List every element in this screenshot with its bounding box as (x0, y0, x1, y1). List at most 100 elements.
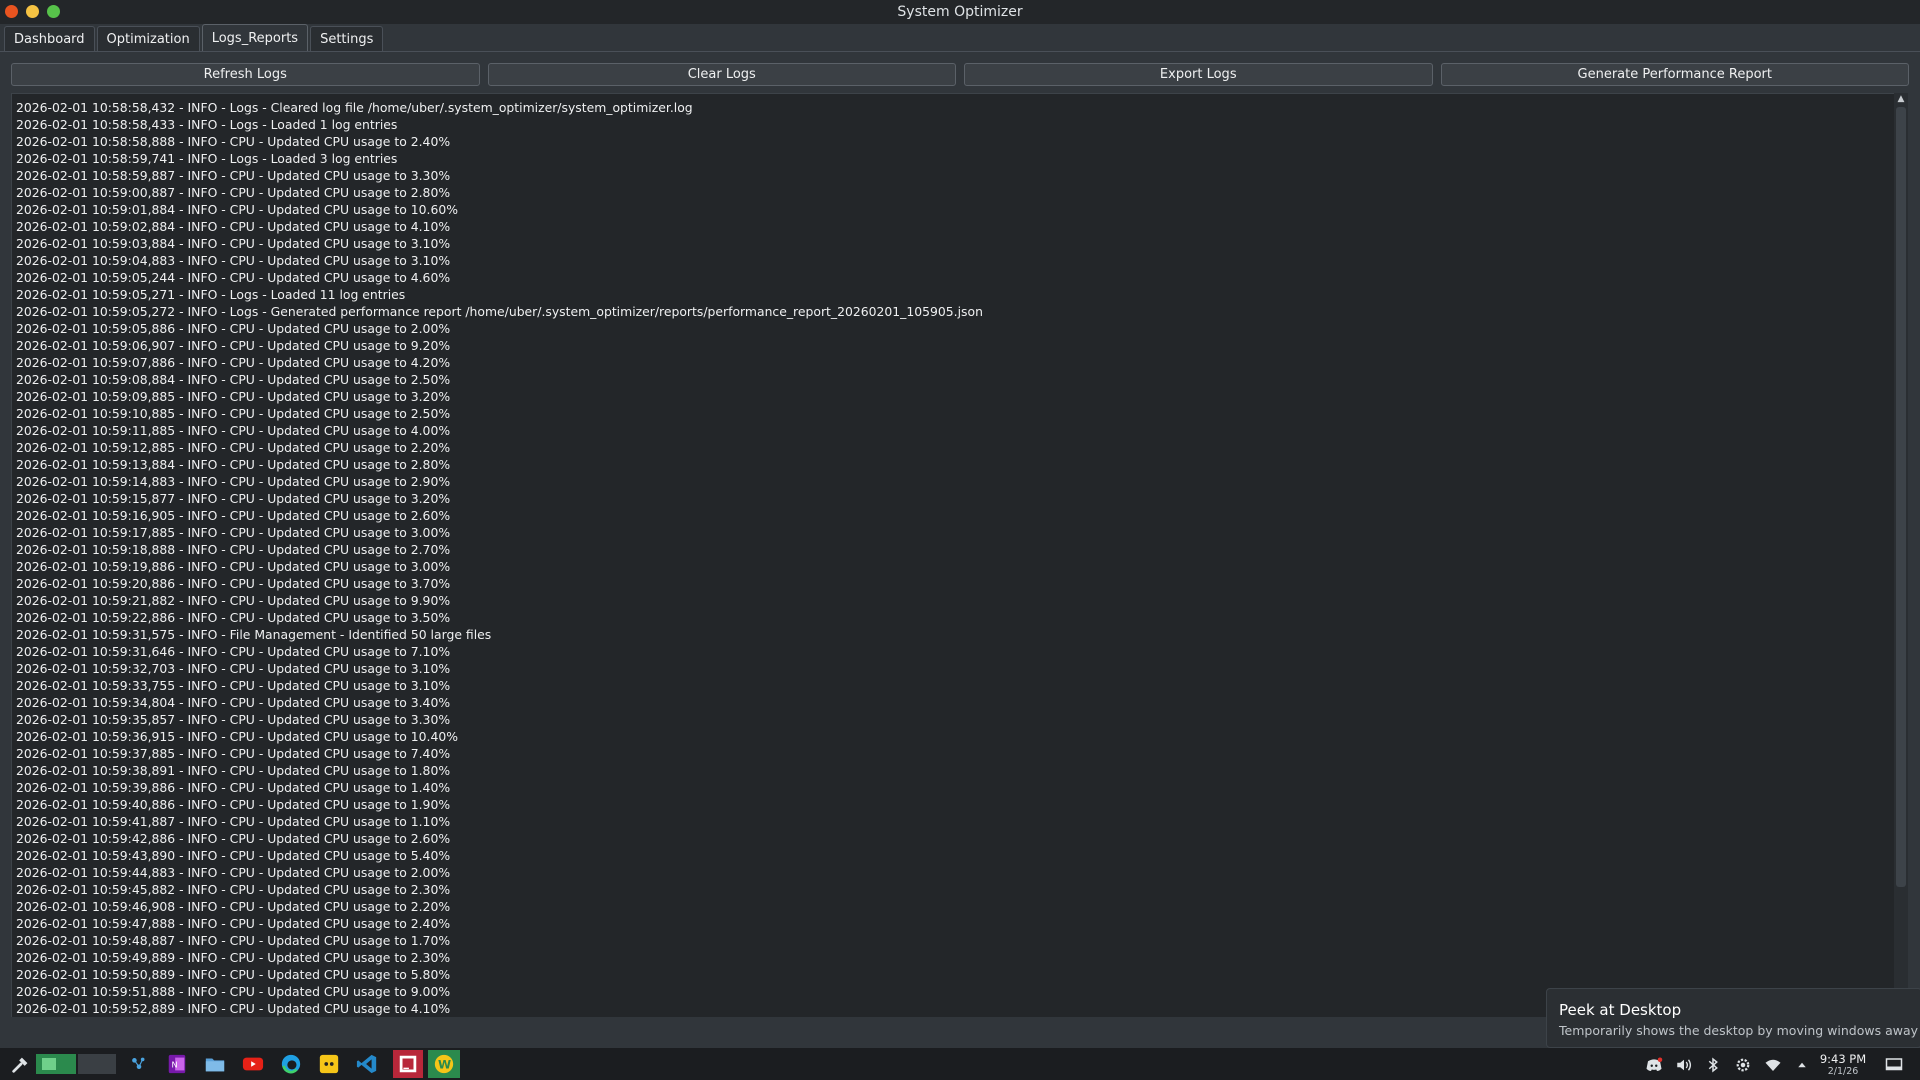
log-line: 2026-02-01 10:59:03,884 - INFO - CPU - U… (16, 236, 451, 251)
log-line: 2026-02-01 10:59:14,883 - INFO - CPU - U… (16, 474, 451, 489)
log-line: 2026-02-01 10:59:51,888 - INFO - CPU - U… (16, 984, 451, 999)
log-line: 2026-02-01 10:59:19,886 - INFO - CPU - U… (16, 559, 451, 574)
launcher-icon[interactable] (9, 1052, 33, 1076)
onenote-icon[interactable]: N (165, 1052, 189, 1076)
tab-dashboard[interactable]: Dashboard (4, 26, 95, 51)
wifi-icon[interactable] (1764, 1056, 1782, 1074)
log-line: 2026-02-01 10:59:37,885 - INFO - CPU - U… (16, 746, 451, 761)
close-window-button[interactable] (5, 5, 18, 18)
volume-icon[interactable] (1675, 1056, 1693, 1074)
logs-toolbar: Refresh Logs Clear Logs Export Logs Gene… (11, 63, 1909, 86)
log-line: 2026-02-01 10:59:09,885 - INFO - CPU - U… (16, 389, 451, 404)
edge-browser-icon[interactable] (279, 1052, 303, 1076)
tooltip-description: Temporarily shows the desktop by moving … (1559, 1023, 1919, 1038)
log-line: 2026-02-01 10:59:06,907 - INFO - CPU - U… (16, 338, 451, 353)
log-line: 2026-02-01 10:58:59,741 - INFO - Logs - … (16, 151, 398, 166)
log-line: 2026-02-01 10:58:58,433 - INFO - Logs - … (16, 117, 398, 132)
tab-logs-reports[interactable]: Logs_Reports (201, 24, 309, 51)
scroll-up-arrow-icon[interactable]: ▲ (1894, 93, 1908, 105)
clear-logs-button[interactable]: Clear Logs (487, 63, 956, 86)
jetbrains-icon[interactable] (393, 1050, 423, 1078)
minimize-window-button[interactable] (26, 5, 39, 18)
log-line: 2026-02-01 10:59:42,886 - INFO - CPU - U… (16, 831, 451, 846)
log-line: 2026-02-01 10:59:46,908 - INFO - CPU - U… (16, 899, 451, 914)
export-logs-button[interactable]: Export Logs (964, 63, 1433, 86)
log-line: 2026-02-01 10:59:33,755 - INFO - CPU - U… (16, 678, 451, 693)
log-line: 2026-02-01 10:59:50,889 - INFO - CPU - U… (16, 967, 451, 982)
tab-divider (0, 51, 1920, 52)
log-line: 2026-02-01 10:59:10,885 - INFO - CPU - U… (16, 406, 451, 421)
log-line: 2026-02-01 10:58:58,888 - INFO - CPU - U… (16, 134, 451, 149)
log-line: 2026-02-01 10:59:47,888 - INFO - CPU - U… (16, 916, 451, 931)
peek-desktop-icon[interactable] (1883, 1056, 1905, 1074)
log-line: 2026-02-01 10:59:05,272 - INFO - Logs - … (16, 304, 983, 319)
expand-tray-icon[interactable] (1793, 1056, 1811, 1074)
vscode-icon[interactable] (355, 1052, 379, 1076)
log-line: 2026-02-01 10:58:58,432 - INFO - Logs - … (16, 100, 693, 115)
scroll-thumb[interactable] (1896, 107, 1906, 887)
log-line: 2026-02-01 10:59:17,885 - INFO - CPU - U… (16, 525, 451, 540)
log-line: 2026-02-01 10:59:45,882 - INFO - CPU - U… (16, 882, 451, 897)
window-title: System Optimizer (897, 4, 1023, 20)
discord-icon[interactable] (1645, 1056, 1663, 1074)
taskbar: N W 9:43 PM 2/1/26 (0, 1048, 1920, 1080)
log-line: 2026-02-01 10:59:20,886 - INFO - CPU - U… (16, 576, 451, 591)
log-line: 2026-02-01 10:59:44,883 - INFO - CPU - U… (16, 865, 451, 880)
log-line: 2026-02-01 10:59:48,887 - INFO - CPU - U… (16, 933, 451, 948)
kde-connect-icon[interactable] (127, 1052, 151, 1076)
svg-text:W: W (438, 1058, 451, 1072)
clock-time: 9:43 PM (1819, 1052, 1867, 1066)
log-line: 2026-02-01 10:59:04,883 - INFO - CPU - U… (16, 253, 451, 268)
maximize-window-button[interactable] (47, 5, 60, 18)
log-line: 2026-02-01 10:58:59,887 - INFO - CPU - U… (16, 168, 451, 183)
log-viewer[interactable]: 2026-02-01 10:58:58,432 - INFO - Logs - … (11, 93, 1897, 1018)
system-clock[interactable]: 9:43 PM 2/1/26 (1816, 1052, 1870, 1078)
log-line: 2026-02-01 10:59:43,890 - INFO - CPU - U… (16, 848, 451, 863)
log-line: 2026-02-01 10:59:31,646 - INFO - CPU - U… (16, 644, 451, 659)
log-line: 2026-02-01 10:59:22,886 - INFO - CPU - U… (16, 610, 451, 625)
refresh-logs-button[interactable]: Refresh Logs (11, 63, 480, 86)
log-line: 2026-02-01 10:59:05,886 - INFO - CPU - U… (16, 321, 451, 336)
log-line: 2026-02-01 10:59:00,887 - INFO - CPU - U… (16, 185, 451, 200)
bluetooth-icon[interactable] (1704, 1056, 1722, 1074)
tab-bar: Dashboard Optimization Logs_Reports Sett… (4, 24, 384, 52)
log-line: 2026-02-01 10:59:05,271 - INFO - Logs - … (16, 287, 406, 302)
desktop-pager-2-icon[interactable] (78, 1052, 116, 1076)
log-line: 2026-02-01 10:59:07,886 - INFO - CPU - U… (16, 355, 451, 370)
tooltip-title: Peek at Desktop (1559, 1001, 1682, 1019)
log-scrollbar[interactable]: ▲ (1894, 93, 1908, 1016)
youtube-icon[interactable] (241, 1052, 265, 1076)
log-line: 2026-02-01 10:59:11,885 - INFO - CPU - U… (16, 423, 451, 438)
w-app-icon[interactable]: W (428, 1050, 460, 1078)
log-line: 2026-02-01 10:59:21,882 - INFO - CPU - U… (16, 593, 451, 608)
log-line: 2026-02-01 10:59:49,889 - INFO - CPU - U… (16, 950, 451, 965)
desktop-pager-icon[interactable] (36, 1052, 76, 1076)
svg-text:N: N (172, 1060, 178, 1070)
log-line: 2026-02-01 10:59:15,877 - INFO - CPU - U… (16, 491, 451, 506)
log-line: 2026-02-01 10:59:52,889 - INFO - CPU - U… (16, 1001, 451, 1016)
log-line: 2026-02-01 10:59:31,575 - INFO - File Ma… (16, 627, 492, 642)
file-manager-icon[interactable] (203, 1052, 227, 1076)
log-line: 2026-02-01 10:59:02,884 - INFO - CPU - U… (16, 219, 451, 234)
log-line: 2026-02-01 10:59:35,857 - INFO - CPU - U… (16, 712, 451, 727)
generate-report-button[interactable]: Generate Performance Report (1440, 63, 1909, 86)
plex-icon[interactable] (317, 1052, 341, 1076)
log-line: 2026-02-01 10:59:40,886 - INFO - CPU - U… (16, 797, 451, 812)
log-line: 2026-02-01 10:59:12,885 - INFO - CPU - U… (16, 440, 451, 455)
clock-date: 2/1/26 (1827, 1066, 1859, 1077)
log-line: 2026-02-01 10:59:38,891 - INFO - CPU - U… (16, 763, 451, 778)
log-line: 2026-02-01 10:59:18,888 - INFO - CPU - U… (16, 542, 451, 557)
log-line: 2026-02-01 10:59:08,884 - INFO - CPU - U… (16, 372, 451, 387)
settings-icon[interactable] (1734, 1056, 1752, 1074)
tab-optimization[interactable]: Optimization (96, 26, 200, 51)
peek-desktop-tooltip: Peek at Desktop Temporarily shows the de… (1546, 988, 1920, 1048)
tab-settings[interactable]: Settings (310, 26, 384, 51)
log-line: 2026-02-01 10:59:13,884 - INFO - CPU - U… (16, 457, 451, 472)
log-line: 2026-02-01 10:59:16,905 - INFO - CPU - U… (16, 508, 451, 523)
log-line: 2026-02-01 10:59:34,804 - INFO - CPU - U… (16, 695, 451, 710)
log-line: 2026-02-01 10:59:32,703 - INFO - CPU - U… (16, 661, 451, 676)
log-line: 2026-02-01 10:59:39,886 - INFO - CPU - U… (16, 780, 451, 795)
log-line: 2026-02-01 10:59:01,884 - INFO - CPU - U… (16, 202, 458, 217)
log-line: 2026-02-01 10:59:36,915 - INFO - CPU - U… (16, 729, 458, 744)
log-line: 2026-02-01 10:59:41,887 - INFO - CPU - U… (16, 814, 451, 829)
